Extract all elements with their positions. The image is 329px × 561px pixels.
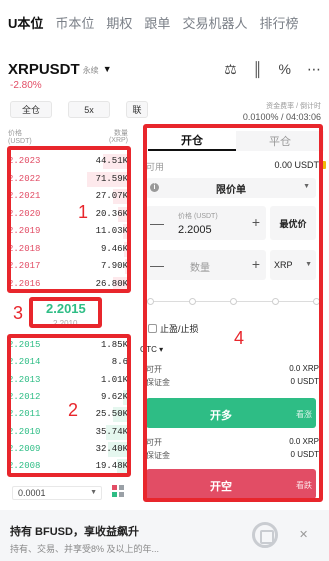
position-mode-button[interactable]: 联 bbox=[126, 101, 148, 118]
chart-settings-icon[interactable]: ⚖ bbox=[224, 61, 237, 78]
annotation-box-last-price bbox=[29, 297, 102, 328]
tab-usdt-margined[interactable]: U本位 bbox=[8, 13, 43, 32]
precision-value: 0.0001 bbox=[18, 488, 46, 498]
annotation-box-asks bbox=[7, 146, 131, 293]
close-icon[interactable]: ✕ bbox=[299, 528, 308, 541]
price-change: -2.80% bbox=[10, 80, 42, 91]
annotation-label-4: 4 bbox=[234, 328, 245, 348]
precision-select[interactable]: 0.0001 ▼ bbox=[12, 486, 102, 500]
market-tabs: U本位 币本位 期权 跟单 交易机器人 排行榜 bbox=[0, 0, 329, 44]
funding-percent-icon[interactable]: % bbox=[279, 61, 291, 77]
tab-copy-trading[interactable]: 跟单 bbox=[144, 13, 170, 32]
candlestick-icon[interactable]: ║ bbox=[253, 61, 263, 77]
funding-label: 资金费率 / 倒计时 bbox=[266, 103, 321, 110]
orderbook-layout-icon[interactable] bbox=[112, 485, 126, 499]
bfusd-logo-icon bbox=[252, 522, 278, 548]
leverage-button[interactable]: 5x bbox=[68, 101, 110, 118]
tab-coin-margined[interactable]: 币本位 bbox=[55, 13, 94, 32]
annotation-box-order-form bbox=[143, 124, 323, 502]
banner-subtitle: 持有、交易、并享受8% 及以上的年... bbox=[10, 544, 160, 554]
symbol-name[interactable]: XRPUSDT bbox=[8, 61, 80, 78]
funding-value: 0.0100% / 04:03:06 bbox=[242, 112, 321, 122]
tab-trading-bots[interactable]: 交易机器人 bbox=[182, 13, 247, 32]
header-icons: ⚖ ║ % ⋯ bbox=[224, 61, 321, 78]
tab-options[interactable]: 期权 bbox=[106, 13, 132, 32]
margin-mode-button[interactable]: 全仓 bbox=[10, 101, 52, 118]
annotation-label-2: 2 bbox=[68, 400, 79, 420]
position-controls: 全仓 5x 联 bbox=[10, 101, 148, 118]
perpetual-badge: 永续 bbox=[82, 66, 99, 75]
qty-unit: (XRP) bbox=[108, 137, 128, 144]
promo-banner[interactable]: 持有 BFUSD，享收益飙升 持有、交易、并享受8% 及以上的年... ✕ bbox=[0, 510, 329, 561]
banner-title: 持有 BFUSD，享收益飙升 bbox=[10, 526, 139, 538]
price-unit: (USDT) bbox=[8, 138, 32, 145]
orderbook-header: 价格 (USDT) 数量 (XRP) bbox=[8, 128, 128, 145]
symbol-header: XRPUSDT 永续 ▼ ⚖ ║ % ⋯ bbox=[8, 58, 321, 80]
chevron-down-icon: ▼ bbox=[90, 489, 97, 496]
tab-leaderboard[interactable]: 排行榜 bbox=[259, 13, 298, 32]
symbol-dropdown-icon[interactable]: ▼ bbox=[103, 64, 112, 74]
more-icon[interactable]: ⋯ bbox=[307, 61, 321, 78]
annotation-label-1: 1 bbox=[78, 202, 89, 222]
annotation-label-3: 3 bbox=[13, 303, 24, 323]
price-header: 价格 bbox=[8, 130, 22, 137]
